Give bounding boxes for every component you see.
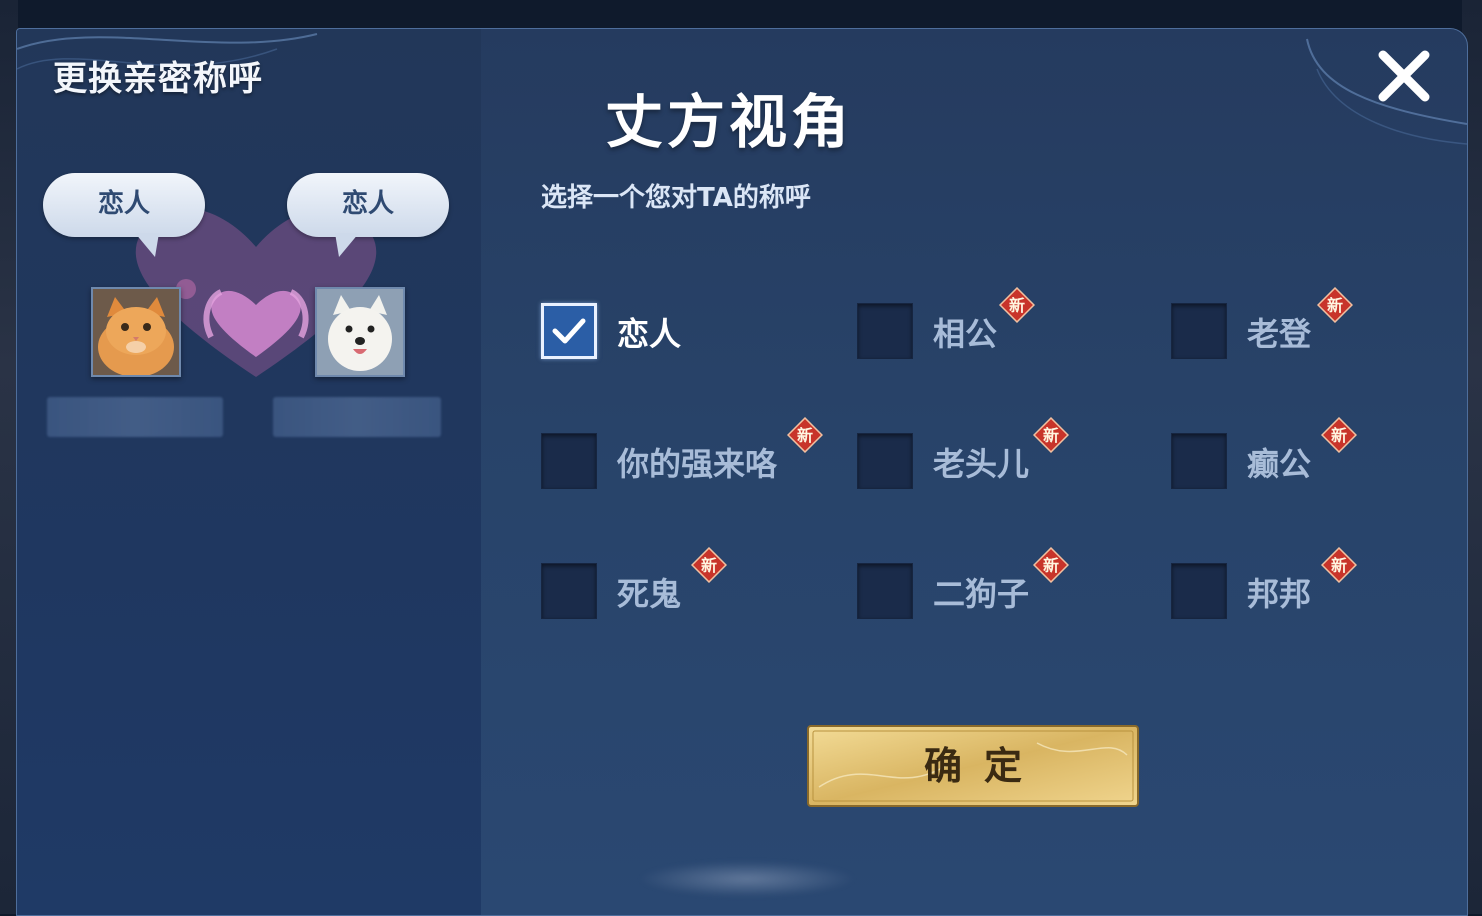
option-sigui[interactable]: 死鬼 新 — [541, 547, 801, 619]
right-bubble-label: 恋人 — [341, 189, 394, 219]
new-badge-text: 新 — [1327, 296, 1343, 315]
new-badge-icon: 新 — [1033, 547, 1069, 583]
new-badge-text: 新 — [701, 556, 717, 575]
couple-panel — [17, 29, 481, 915]
white-dog-avatar — [317, 289, 403, 375]
close-icon — [1378, 50, 1430, 102]
option-nidqianglailuo[interactable]: 你的强来咯 新 — [541, 417, 831, 489]
bottom-redacted-text — [637, 861, 857, 897]
checkbox[interactable] — [1171, 433, 1227, 489]
right-speech-bubble: 恋人 — [287, 173, 449, 237]
option-label: 老头儿 — [933, 445, 1030, 483]
confirm-label: 确定 — [923, 744, 1044, 788]
left-avatar[interactable] — [91, 287, 181, 377]
option-laodeng[interactable]: 老登 新 — [1171, 287, 1431, 359]
option-label: 死鬼 — [617, 575, 682, 613]
right-bubble-tail — [335, 233, 359, 257]
new-badge-icon: 新 — [1321, 417, 1357, 453]
left-bubble-label: 恋人 — [97, 189, 150, 219]
option-xianggong[interactable]: 相公 新 — [857, 287, 1117, 359]
new-badge-icon: 新 — [1321, 547, 1357, 583]
option-laotouer[interactable]: 老头儿 新 — [857, 417, 1117, 489]
checkbox[interactable] — [1171, 303, 1227, 359]
option-lianren[interactable]: 恋人 — [541, 303, 801, 359]
option-label: 恋人 — [617, 315, 682, 353]
left-name-redacted — [47, 397, 223, 437]
new-badge-icon: 新 — [999, 287, 1035, 323]
option-ergouzi[interactable]: 二狗子 新 — [857, 547, 1117, 619]
confirm-button[interactable]: 确定 — [807, 725, 1139, 807]
new-badge-text: 新 — [1331, 556, 1347, 575]
close-button[interactable] — [1373, 45, 1435, 107]
selection-prompt: 选择一个您对TA的称呼 — [541, 183, 811, 213]
perspective-title: 丈方视角 — [605, 88, 854, 156]
new-badge-text: 新 — [797, 426, 813, 445]
option-label: 你的强来咯 — [617, 445, 778, 483]
checkmark-icon — [552, 318, 586, 344]
checkbox[interactable] — [857, 563, 913, 619]
new-badge-text: 新 — [1043, 556, 1059, 575]
right-avatar[interactable] — [315, 287, 405, 377]
option-label: 相公 — [933, 315, 998, 353]
dialog-title: 更换亲密称呼 — [53, 59, 263, 99]
new-badge-text: 新 — [1043, 426, 1059, 445]
checkbox[interactable] — [857, 303, 913, 359]
option-label: 二狗子 — [933, 575, 1030, 613]
checkbox[interactable] — [541, 433, 597, 489]
orange-cat-avatar — [93, 289, 179, 375]
option-diangong[interactable]: 癫公 新 — [1171, 417, 1431, 489]
checkbox-checked[interactable] — [541, 303, 597, 359]
new-badge-icon: 新 — [1033, 417, 1069, 453]
checkbox[interactable] — [1171, 563, 1227, 619]
checkbox[interactable] — [857, 433, 913, 489]
new-badge-icon: 新 — [787, 417, 823, 453]
option-label: 邦邦 — [1247, 575, 1312, 613]
left-speech-bubble: 恋人 — [43, 173, 205, 237]
new-badge-icon: 新 — [691, 547, 727, 583]
new-badge-text: 新 — [1009, 296, 1025, 315]
nickname-dialog: 更换亲密称呼 丈方视角 选择一个您对TA的称呼 恋人 恋人 恋人 相公 新 老登… — [16, 28, 1468, 916]
option-label: 老登 — [1247, 315, 1312, 353]
right-name-redacted — [273, 397, 441, 437]
left-bubble-tail — [135, 233, 159, 257]
checkbox[interactable] — [541, 563, 597, 619]
option-bangbang[interactable]: 邦邦 新 — [1171, 547, 1431, 619]
option-label: 癫公 — [1247, 445, 1312, 483]
new-badge-icon: 新 — [1317, 287, 1353, 323]
new-badge-text: 新 — [1331, 426, 1347, 445]
